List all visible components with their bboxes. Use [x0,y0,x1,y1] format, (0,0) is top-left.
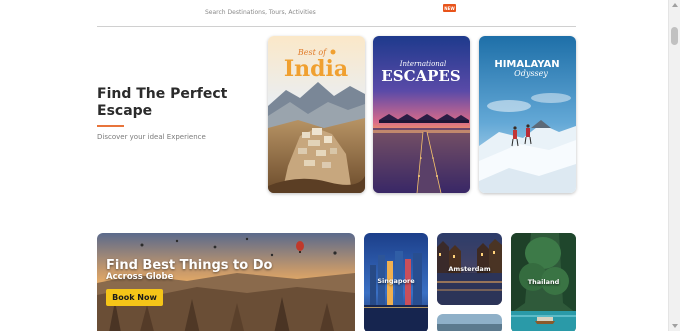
scroll-up-arrow-icon[interactable] [672,3,678,7]
banner-image [97,233,355,331]
page: Search Destinations, Tours, Activities N… [0,0,680,331]
destination-card-himalayan[interactable]: HIMALAYAN Odyssey [479,36,576,193]
header-divider [97,26,576,27]
escapes-card-label: ESCAPES [381,67,460,85]
scrollbar-thumb[interactable] [671,27,678,45]
india-card-image: Best of India [268,36,365,193]
destination-card-india[interactable]: Best of India [268,36,365,193]
hero-accent-line [97,125,124,127]
scroll-down-arrow-icon[interactable] [672,324,678,328]
himalayan-card-image: HIMALAYAN Odyssey [479,36,576,193]
destination-card-international-escapes[interactable]: International ESCAPES [373,36,470,193]
banner-title: Find Best Things to Do [106,258,273,273]
city-card-amsterdam[interactable]: Amsterdam [437,233,502,305]
city-label-amsterdam: Amsterdam [448,265,491,273]
himalayan-card-script-label: Odyssey [514,69,548,78]
new-badge: NEW [443,4,456,12]
book-now-button[interactable]: Book Now [106,289,163,306]
things-to-do-banner[interactable]: Find Best Things to Do Accross Globe Boo… [97,233,355,331]
escapes-card-image: International ESCAPES [373,36,470,193]
page-scrollbar[interactable] [668,0,680,331]
hero-title: Find The Perfect Escape [97,86,228,119]
city-card-thailand[interactable]: Thailand [511,233,576,331]
banner-subtitle: Accross Globe [106,272,174,282]
city-card-partial[interactable] [437,314,502,331]
city-label-singapore: Singapore [377,277,415,285]
city-card-singapore[interactable]: Singapore [364,233,428,331]
partial-card-image [437,314,502,331]
india-card-label: India [284,56,348,82]
search-placeholder[interactable]: Search Destinations, Tours, Activities [205,9,316,16]
city-label-thailand: Thailand [527,278,560,286]
hero-subtitle: Discover your ideal Experience [97,133,206,141]
